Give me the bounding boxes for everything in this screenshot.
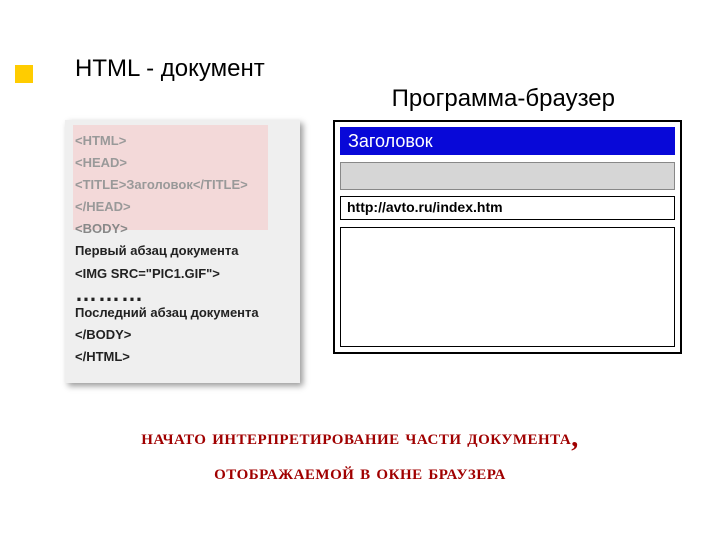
code-line-dots: ……… (75, 285, 290, 303)
code-line-body-open: <BODY> (75, 218, 290, 240)
caption-line-1: начато интерпретирование части документа (141, 425, 571, 449)
code-line-head-open: <HEAD> (75, 152, 290, 174)
caption-comma: , (571, 422, 579, 453)
html-source-panel: <HTML> <HEAD> <TITLE>Заголовок</TITLE> <… (65, 120, 300, 383)
code-line-html-open: <HTML> (75, 130, 290, 152)
code-line-last-paragraph: Последний абзац документа (75, 302, 290, 324)
code-line-head-close: </HEAD> (75, 196, 290, 218)
heading-html-document: HTML - документ (75, 55, 265, 83)
browser-url-bar[interactable]: http://avto.ru/index.htm (340, 196, 675, 220)
browser-titlebar: Заголовок (340, 127, 675, 155)
code-line-body-close: </BODY> (75, 324, 290, 346)
code-line-title: <TITLE>Заголовок</TITLE> (75, 174, 290, 196)
caption-line-2: отображаемой в окне браузера (214, 460, 506, 484)
slide-marker (15, 65, 33, 83)
code-line-first-paragraph: Первый абзац документа (75, 240, 290, 262)
heading-browser-program: Программа-браузер (392, 85, 615, 113)
code-line-html-close: </HTML> (75, 346, 290, 368)
browser-content-area (340, 227, 675, 347)
browser-window: Заголовок http://avto.ru/index.htm (333, 120, 682, 354)
browser-toolbar (340, 162, 675, 190)
slide-caption: начато интерпретирование части документа… (0, 415, 720, 489)
